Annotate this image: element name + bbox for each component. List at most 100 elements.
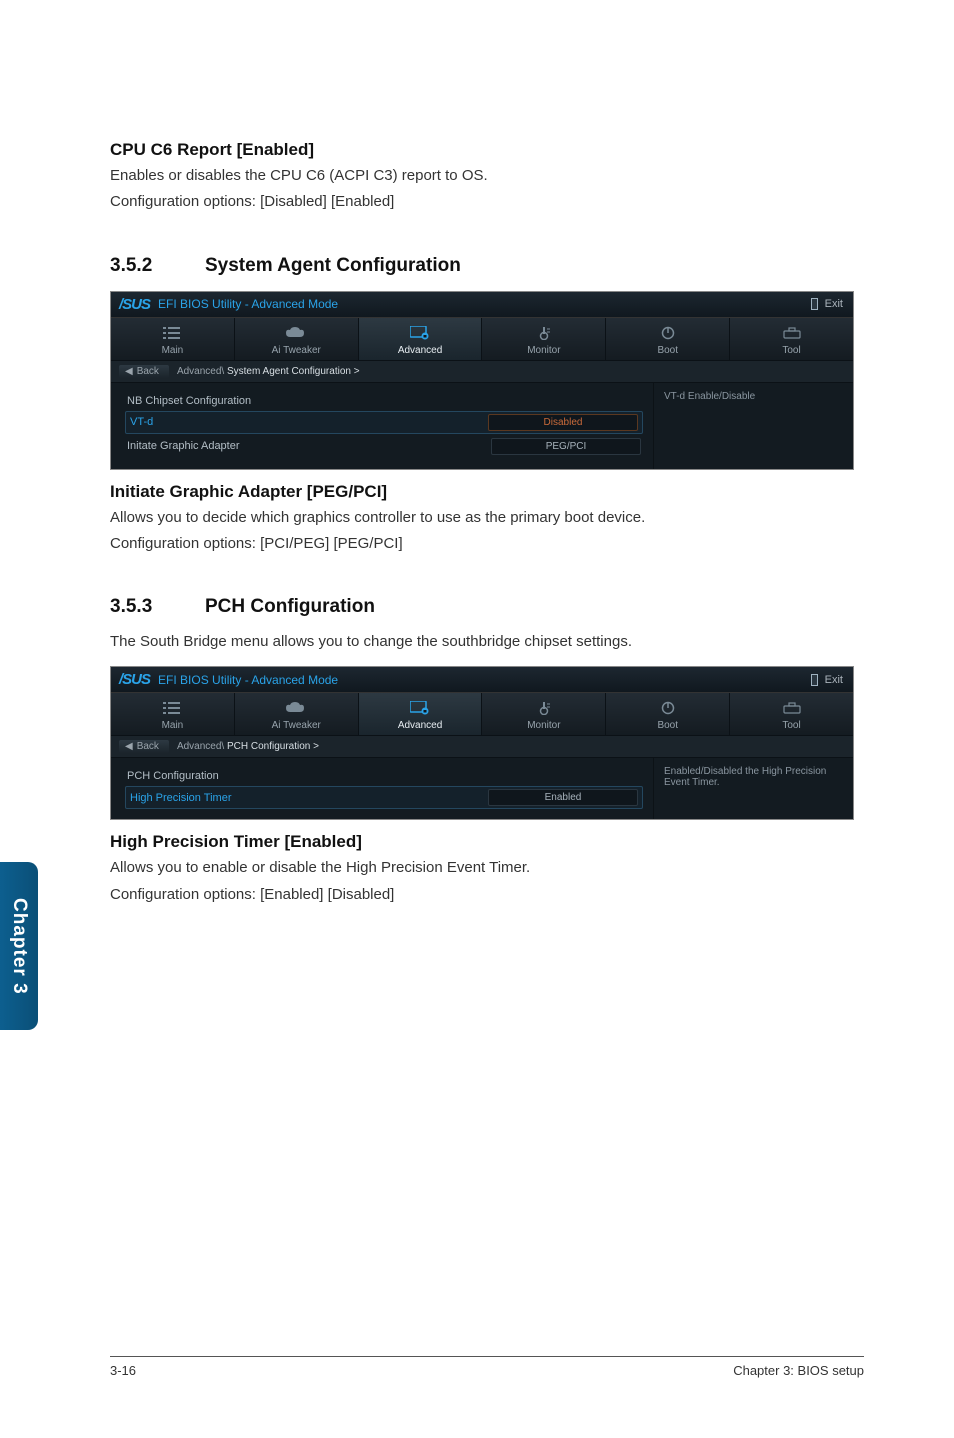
list-icon: [163, 702, 181, 714]
vtd-value[interactable]: Disabled: [488, 414, 638, 431]
cloud-icon: [286, 327, 306, 339]
bios1-tabs: Main Ai Tweaker Advanced Monitor Boot To…: [111, 318, 853, 360]
hpt-label: High Precision Timer: [130, 792, 488, 804]
chapter-label: Chapter 3: [8, 898, 30, 995]
page-number: 3-16: [110, 1363, 136, 1378]
back-arrow-icon: ◀: [125, 366, 133, 377]
tab-tweaker-label: Ai Tweaker: [272, 345, 321, 356]
footer-chapter: Chapter 3: BIOS setup: [733, 1363, 864, 1378]
toolbox-icon: [783, 702, 801, 714]
section-352-title: System Agent Configuration: [205, 255, 461, 276]
tab-tweaker[interactable]: Ai Tweaker: [235, 693, 359, 735]
tab-main[interactable]: Main: [111, 693, 235, 735]
chapter-side-tab: Chapter 3: [0, 862, 38, 1030]
tab-tweaker[interactable]: Ai Tweaker: [235, 318, 359, 360]
bios2-tabs: Main Ai Tweaker Advanced Monitor Boot To…: [111, 693, 853, 735]
row-nbchipset[interactable]: NB Chipset Configuration: [125, 391, 643, 411]
back-arrow-icon: ◀: [125, 741, 133, 752]
thermo-icon: [537, 701, 551, 715]
hpt-options: Configuration options: [Enabled] [Disabl…: [110, 885, 864, 905]
bios1-breadcrumb: ◀ Back Advanced\ System Agent Configurati…: [111, 360, 853, 383]
section-352-heading: 3.5.2System Agent Configuration: [110, 255, 864, 277]
bios2-breadcrumb: ◀ Back Advanced\ PCH Configuration >: [111, 735, 853, 758]
tab-advanced[interactable]: Advanced: [359, 693, 483, 735]
cpu-c6-options: Configuration options: [Disabled] [Enabl…: [110, 192, 864, 212]
list-icon: [163, 327, 181, 339]
power-icon: [661, 701, 675, 715]
hpt-value[interactable]: Enabled: [488, 789, 638, 806]
monitor-lock-icon: [410, 701, 430, 715]
bios2-titlebar: /SUS EFI BIOS Utility - Advanced Mode Ex…: [111, 667, 853, 693]
iga-heading: Initiate Graphic Adapter [PEG/PCI]: [110, 482, 864, 502]
section-353-title: PCH Configuration: [205, 596, 375, 617]
section-352-num: 3.5.2: [110, 255, 205, 277]
row-pchconf[interactable]: PCH Configuration: [125, 766, 643, 786]
cloud-icon: [286, 702, 306, 714]
bios1-help-pane: VT-d Enable/Disable: [653, 383, 853, 469]
section-353-heading: 3.5.3PCH Configuration: [110, 596, 864, 618]
tab-monitor-label: Monitor: [527, 345, 560, 356]
tab-advanced-label: Advanced: [398, 720, 442, 731]
cpu-c6-heading: CPU C6 Report [Enabled]: [110, 140, 864, 160]
vtd-label: VT-d: [130, 416, 488, 428]
tab-main-label: Main: [162, 345, 184, 356]
pch-intro: The South Bridge menu allows you to chan…: [110, 632, 864, 652]
exit-label: Exit: [825, 298, 843, 310]
exit-label: Exit: [825, 674, 843, 686]
iga-desc: Allows you to decide which graphics cont…: [110, 508, 864, 528]
tab-advanced[interactable]: Advanced: [359, 318, 483, 360]
tab-advanced-label: Advanced: [398, 345, 442, 356]
page-footer: 3-16 Chapter 3: BIOS setup: [110, 1356, 864, 1378]
tab-boot[interactable]: Boot: [606, 318, 730, 360]
row-vtd[interactable]: VT-d Disabled: [125, 411, 643, 434]
tab-monitor-label: Monitor: [527, 720, 560, 731]
bios-screenshot-sysagent: /SUS EFI BIOS Utility - Advanced Mode Ex…: [110, 291, 854, 470]
row-hpt[interactable]: High Precision Timer Enabled: [125, 786, 643, 809]
tab-monitor[interactable]: Monitor: [482, 318, 606, 360]
crumb-path: Advanced\: [177, 741, 224, 752]
iga-options: Configuration options: [PCI/PEG] [PEG/PC…: [110, 534, 864, 554]
asus-logo: /SUS: [119, 671, 150, 688]
pchconf-label: PCH Configuration: [127, 770, 641, 782]
nbchipset-label: NB Chipset Configuration: [127, 395, 641, 407]
exit-icon: [811, 674, 821, 686]
back-button[interactable]: ◀ Back: [119, 365, 169, 378]
bios2-title: EFI BIOS Utility - Advanced Mode: [158, 673, 338, 687]
monitor-lock-icon: [410, 326, 430, 340]
hpt-heading: High Precision Timer [Enabled]: [110, 832, 864, 852]
iga-value[interactable]: PEG/PCI: [491, 438, 641, 455]
crumb-current: PCH Configuration >: [227, 741, 319, 752]
bios-screenshot-pch: /SUS EFI BIOS Utility - Advanced Mode Ex…: [110, 666, 854, 820]
tab-tool-label: Tool: [782, 720, 800, 731]
toolbox-icon: [783, 327, 801, 339]
tab-boot-label: Boot: [657, 720, 678, 731]
back-label: Back: [137, 366, 159, 377]
tab-boot[interactable]: Boot: [606, 693, 730, 735]
back-button[interactable]: ◀ Back: [119, 740, 169, 753]
back-label: Back: [137, 741, 159, 752]
iga-label: Initate Graphic Adapter: [127, 440, 491, 452]
tab-main[interactable]: Main: [111, 318, 235, 360]
tab-main-label: Main: [162, 720, 184, 731]
crumb-path: Advanced\: [177, 366, 224, 377]
crumb-current: System Agent Configuration >: [227, 366, 360, 377]
exit-icon: [811, 298, 821, 310]
bios1-title: EFI BIOS Utility - Advanced Mode: [158, 297, 338, 311]
cpu-c6-desc: Enables or disables the CPU C6 (ACPI C3)…: [110, 166, 864, 186]
tab-tool[interactable]: Tool: [730, 318, 853, 360]
tab-tool-label: Tool: [782, 345, 800, 356]
tab-tool[interactable]: Tool: [730, 693, 853, 735]
asus-logo: /SUS: [119, 296, 150, 313]
section-353-num: 3.5.3: [110, 596, 205, 618]
row-iga[interactable]: Initate Graphic Adapter PEG/PCI: [125, 434, 643, 459]
bios1-titlebar: /SUS EFI BIOS Utility - Advanced Mode Ex…: [111, 292, 853, 318]
tab-monitor[interactable]: Monitor: [482, 693, 606, 735]
tab-boot-label: Boot: [657, 345, 678, 356]
bios2-help-pane: Enabled/Disabled the High Precision Even…: [653, 758, 853, 819]
exit-button[interactable]: Exit: [811, 298, 843, 310]
exit-button[interactable]: Exit: [811, 674, 843, 686]
power-icon: [661, 326, 675, 340]
tab-tweaker-label: Ai Tweaker: [272, 720, 321, 731]
thermo-icon: [537, 326, 551, 340]
hpt-desc: Allows you to enable or disable the High…: [110, 858, 864, 878]
